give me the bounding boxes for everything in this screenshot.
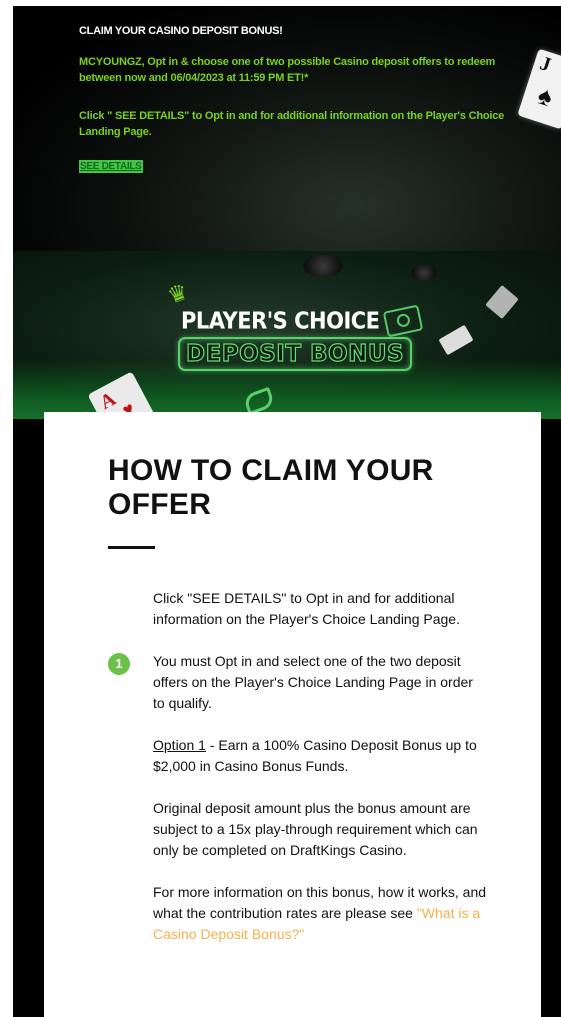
section-heading: HOW TO CLAIM YOUR OFFER	[108, 454, 434, 521]
banner-title: PLAYER'S CHOICE	[181, 307, 380, 335]
how-to-claim-section: HOW TO CLAIM YOUR OFFER 1 Click "SEE DET…	[44, 412, 541, 1017]
email-frame: CLAIM YOUR CASINO DEPOSIT BONUS! MCYOUNG…	[13, 6, 561, 1017]
promo-intro-text: MCYOUNGZ, Opt in & choose one of two pos…	[79, 56, 496, 84]
step-text-opt-in: Click "SEE DETAILS" to Opt in and for ad…	[153, 590, 460, 627]
step-one-icon: 1	[108, 653, 130, 675]
jack-of-spades-card-image: J ♠	[517, 48, 561, 130]
see-details-link[interactable]: SEE DETAILS	[79, 160, 143, 173]
banner-subtitle: DEPOSIT BONUS	[178, 337, 413, 371]
playthrough-text: Original deposit amount plus the bonus a…	[153, 800, 478, 858]
promo-header: CLAIM YOUR CASINO DEPOSIT BONUS! MCYOUNG…	[13, 6, 561, 251]
heading-divider	[108, 546, 155, 549]
money-stack-icon	[382, 304, 424, 338]
step-text-qualify: You must Opt in and select one of the tw…	[153, 653, 473, 711]
option-one-text: Option 1 - Earn a 100% Casino Deposit Bo…	[153, 735, 488, 777]
promo-instructions-text: Click " SEE DETAILS" to Opt in and for a…	[79, 110, 505, 138]
crown-icon: ♛	[164, 278, 192, 309]
casino-chip-image	[411, 265, 437, 281]
flying-card-image	[485, 284, 519, 320]
promo-title: CLAIM YOUR CASINO DEPOSIT BONUS!	[79, 25, 283, 37]
more-info-text: For more information on this bonus, how …	[153, 884, 487, 942]
option-one-label: Option 1	[153, 737, 206, 753]
casino-chip-image	[303, 255, 343, 277]
step-body: Click "SEE DETAILS" to Opt in and for ad…	[153, 588, 488, 966]
spade-icon: ♠	[534, 79, 557, 113]
players-choice-banner: ♛ PLAYER'S CHOICE DEPOSIT BONUS A ♥	[13, 251, 561, 419]
flying-card-image	[438, 324, 474, 356]
